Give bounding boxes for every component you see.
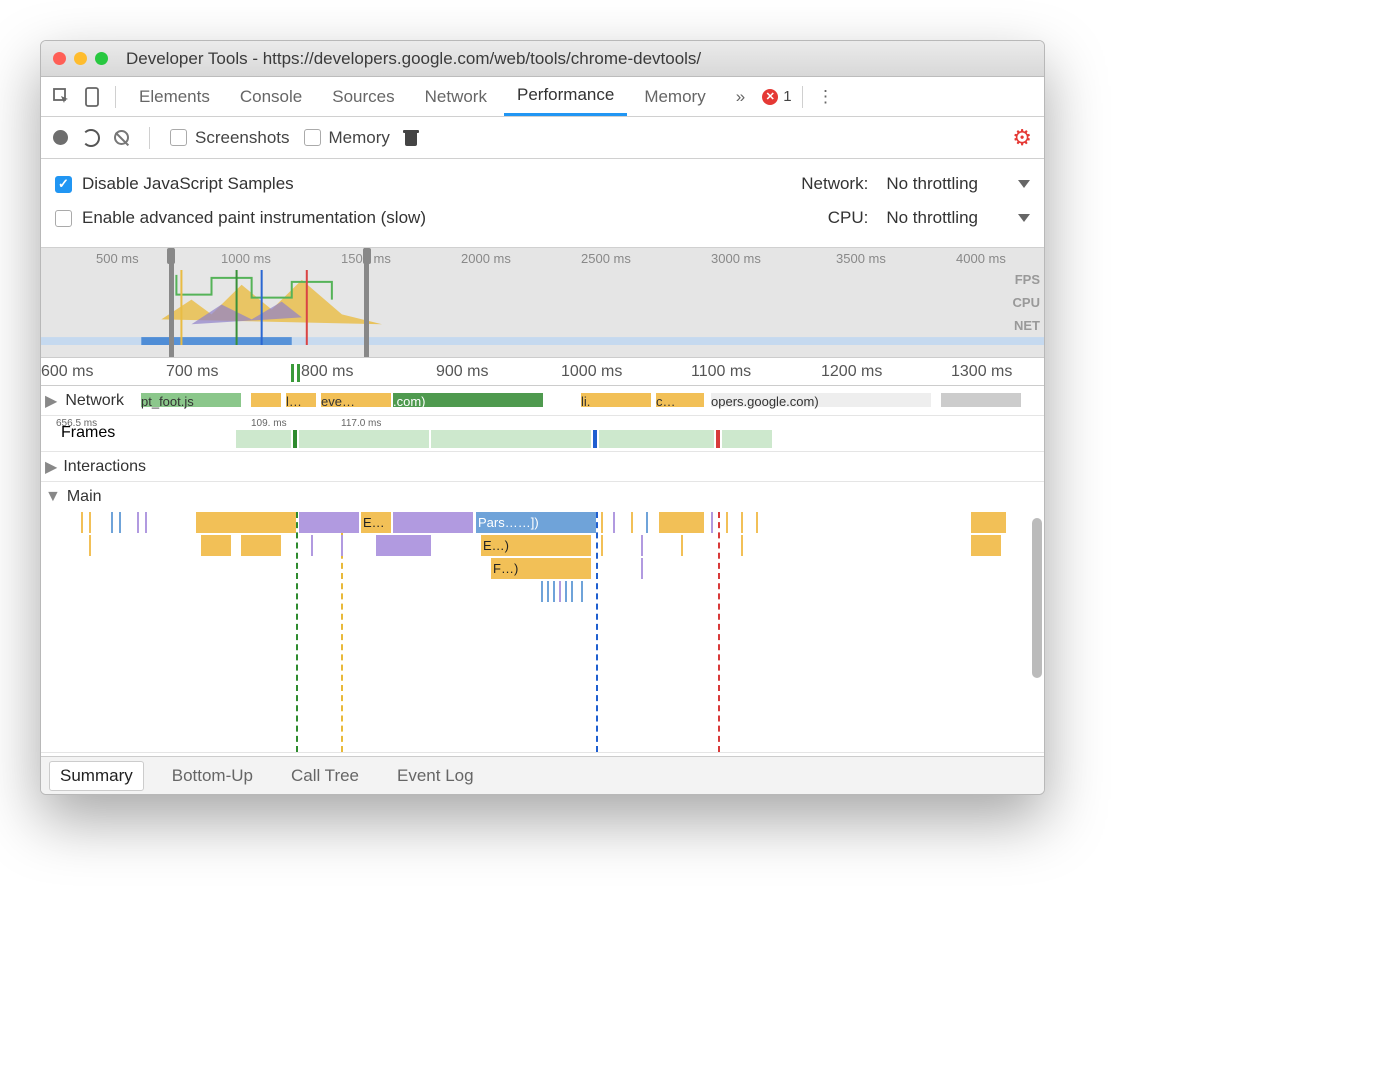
tab-elements[interactable]: Elements bbox=[126, 77, 223, 116]
net-request[interactable]: eve… bbox=[321, 393, 391, 407]
flame-block[interactable] bbox=[971, 535, 1001, 556]
frame[interactable] bbox=[293, 430, 297, 448]
memory-checkbox[interactable]: Memory bbox=[304, 128, 390, 148]
trash-icon[interactable] bbox=[404, 130, 418, 146]
net-request[interactable]: l… bbox=[286, 393, 316, 407]
flame-block[interactable] bbox=[971, 512, 1006, 533]
cpu-throttle-dropdown[interactable]: No throttling bbox=[886, 208, 1030, 228]
tab-network[interactable]: Network bbox=[412, 77, 500, 116]
close-icon[interactable] bbox=[53, 52, 66, 65]
timeline-ruler: 600 ms 700 ms 800 ms 900 ms 1000 ms 1100… bbox=[41, 358, 1044, 386]
timeline-panel[interactable]: 600 ms 700 ms 800 ms 900 ms 1000 ms 1100… bbox=[41, 358, 1044, 756]
flame-block[interactable]: Pars……]) bbox=[476, 512, 596, 533]
flame-block[interactable]: E…) bbox=[481, 535, 591, 556]
record-controls: Screenshots Memory ⚙ bbox=[41, 117, 1044, 159]
window-controls bbox=[53, 52, 108, 65]
chevron-down-icon bbox=[1018, 214, 1030, 222]
chevron-right-icon: ▶ bbox=[45, 391, 57, 411]
window-handle-right[interactable] bbox=[363, 248, 371, 264]
enable-paint-checkbox[interactable]: Enable advanced paint instrumentation (s… bbox=[55, 208, 426, 228]
overview-labels: FPS CPU NET bbox=[1013, 272, 1040, 333]
tab-calltree[interactable]: Call Tree bbox=[281, 762, 369, 790]
net-request[interactable]: li. bbox=[581, 393, 651, 407]
net-request[interactable]: opers.google.com) bbox=[711, 393, 931, 407]
tab-console[interactable]: Console bbox=[227, 77, 315, 116]
window-handle-left[interactable] bbox=[167, 248, 175, 264]
chevron-down-icon bbox=[1018, 180, 1030, 188]
tab-bottomup[interactable]: Bottom-Up bbox=[162, 762, 263, 790]
record-button[interactable] bbox=[53, 130, 68, 145]
flame-block[interactable] bbox=[241, 535, 281, 556]
network-track[interactable]: ▶ Network pt_foot.js l… eve… .com) li. c… bbox=[41, 386, 1044, 416]
net-request[interactable]: c… bbox=[656, 393, 704, 407]
network-throttle-dropdown[interactable]: No throttling bbox=[886, 174, 1030, 194]
reload-icon[interactable] bbox=[82, 129, 100, 147]
checkbox-icon bbox=[304, 129, 321, 146]
tab-performance[interactable]: Performance bbox=[504, 77, 627, 116]
gear-icon[interactable]: ⚙ bbox=[1012, 125, 1032, 151]
flame-block[interactable] bbox=[196, 512, 296, 533]
scroll-thumb[interactable] bbox=[1032, 518, 1042, 678]
cpu-label: CPU: bbox=[828, 208, 869, 228]
frame[interactable] bbox=[236, 430, 291, 448]
devtools-window: Developer Tools - https://developers.goo… bbox=[40, 40, 1045, 795]
main-track-header[interactable]: ▼ Main bbox=[41, 482, 1044, 512]
frame[interactable] bbox=[593, 430, 597, 448]
net-request[interactable]: .com) bbox=[393, 393, 543, 407]
flame-block[interactable] bbox=[299, 512, 359, 533]
net-request[interactable] bbox=[251, 393, 281, 407]
scrollbar[interactable] bbox=[1032, 518, 1042, 756]
error-count: 1 bbox=[783, 88, 791, 105]
chevron-down-icon: ▼ bbox=[45, 488, 61, 506]
checkbox-icon bbox=[55, 176, 72, 193]
flame-block[interactable]: F…) bbox=[491, 558, 591, 579]
titlebar: Developer Tools - https://developers.goo… bbox=[41, 41, 1044, 77]
device-icon[interactable] bbox=[79, 84, 105, 110]
frame[interactable] bbox=[599, 430, 714, 448]
checkbox-icon bbox=[170, 129, 187, 146]
kebab-menu-icon[interactable]: ⋮ bbox=[813, 84, 839, 110]
frames-track[interactable]: 656.5 ms Frames 109. ms 117.0 ms bbox=[41, 416, 1044, 452]
frame[interactable] bbox=[299, 430, 429, 448]
screenshots-checkbox[interactable]: Screenshots bbox=[170, 128, 290, 148]
tab-overflow[interactable]: » bbox=[723, 77, 758, 116]
capture-settings: Disable JavaScript Samples Network: No t… bbox=[41, 159, 1044, 248]
divider bbox=[149, 127, 150, 149]
overview-window[interactable] bbox=[169, 248, 369, 357]
chevron-right-icon: ▶ bbox=[45, 457, 57, 477]
flame-block[interactable] bbox=[201, 535, 231, 556]
clear-icon[interactable] bbox=[114, 130, 129, 145]
checkbox-icon bbox=[55, 210, 72, 227]
error-badge[interactable]: ✕ 1 bbox=[762, 88, 791, 105]
overview-panel[interactable]: 500 ms 1000 ms 1500 ms 2000 ms 2500 ms 3… bbox=[41, 248, 1044, 358]
interactions-track[interactable]: ▶ Interactions bbox=[41, 452, 1044, 482]
bottom-tabs: Summary Bottom-Up Call Tree Event Log bbox=[41, 756, 1044, 794]
minimize-icon[interactable] bbox=[74, 52, 87, 65]
tab-summary[interactable]: Summary bbox=[49, 761, 144, 791]
raster-track[interactable]: ▶ Raster bbox=[41, 752, 1044, 756]
error-icon: ✕ bbox=[762, 89, 778, 105]
divider bbox=[802, 86, 803, 108]
network-label: Network: bbox=[801, 174, 868, 194]
window-title: Developer Tools - https://developers.goo… bbox=[126, 49, 701, 69]
inspect-icon[interactable] bbox=[49, 84, 75, 110]
frame[interactable] bbox=[431, 430, 591, 448]
net-request[interactable]: pt_foot.js bbox=[141, 393, 241, 407]
flame-block[interactable] bbox=[393, 512, 473, 533]
flame-block[interactable] bbox=[376, 535, 431, 556]
frame[interactable] bbox=[722, 430, 772, 448]
main-flame-chart[interactable]: E… Pars……]) E…) bbox=[41, 512, 1044, 752]
main-toolbar: Elements Console Sources Network Perform… bbox=[41, 77, 1044, 117]
net-request[interactable] bbox=[941, 393, 1021, 407]
disable-js-samples-checkbox[interactable]: Disable JavaScript Samples bbox=[55, 174, 294, 194]
divider bbox=[115, 86, 116, 108]
tab-memory[interactable]: Memory bbox=[631, 77, 718, 116]
tab-sources[interactable]: Sources bbox=[319, 77, 407, 116]
flame-block[interactable]: E… bbox=[361, 512, 391, 533]
zoom-icon[interactable] bbox=[95, 52, 108, 65]
flame-block[interactable] bbox=[659, 512, 704, 533]
frame[interactable] bbox=[716, 430, 720, 448]
tab-eventlog[interactable]: Event Log bbox=[387, 762, 484, 790]
